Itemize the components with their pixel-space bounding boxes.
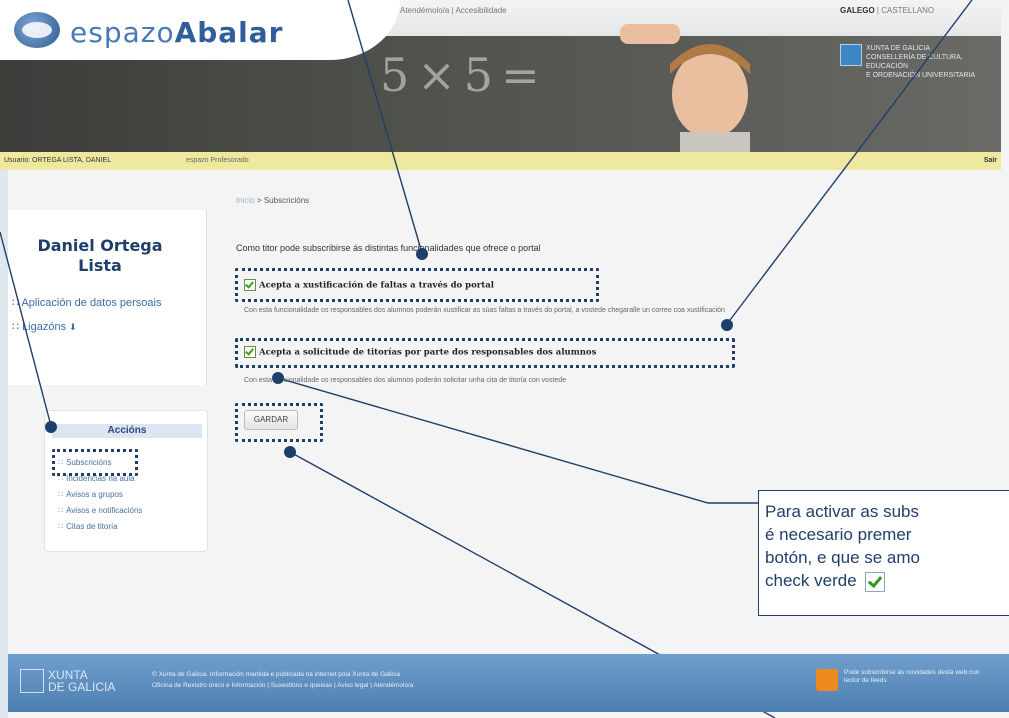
green-check-icon	[864, 571, 885, 592]
action-avisos-notificacions[interactable]: Avisos e notificacións	[58, 506, 142, 515]
boy-photo	[620, 24, 750, 170]
xunta-flag-icon	[840, 44, 862, 66]
highlight-option2	[235, 338, 735, 368]
chalkboard-text: 5×5=	[380, 48, 548, 102]
logo-area[interactable]: espazoAbalar	[0, 0, 400, 60]
lang-galego[interactable]: GALEGO	[840, 6, 875, 15]
breadcrumb-current: Subscricións	[263, 196, 310, 205]
callout-line4: check verde	[765, 569, 1009, 592]
instruction-callout: Para activar as subs é necesario premer …	[758, 490, 1009, 616]
xunta-sub1: CONSELLERÍA DE CULTURA, EDUCACIÓN	[866, 54, 963, 70]
action-avisos-grupos[interactable]: Avisos a grupos	[58, 490, 123, 499]
action-citas-titoria[interactable]: Citas de titoría	[58, 522, 118, 531]
logo-icon	[14, 12, 60, 48]
user-name: Daniel Ortega Lista	[37, 236, 163, 275]
actions-title: Accións	[52, 424, 202, 438]
callout-line2: é necesario premer	[765, 525, 912, 544]
user-label: Usuario: ORTEGA LISTA, DANIEL	[4, 157, 112, 164]
xunta-footer-icon	[20, 669, 44, 693]
rss-text[interactable]: Pode subscribirse ás novidades desta web…	[844, 669, 994, 685]
logout-link[interactable]: Saír	[984, 157, 997, 164]
footer: XUNTA DE GALICIA © Xunta de Galicia. Info…	[8, 654, 1009, 712]
rss-icon[interactable]	[816, 669, 838, 691]
callout-line1: Para activar as subs	[765, 502, 920, 521]
user-bar: Usuario: ORTEGA LISTA, DANIEL espazo Pro…	[0, 152, 1001, 170]
lang-castellano[interactable]: CASTELLANO	[881, 6, 934, 15]
intro-text: Como titor pode subscribirse ás distinta…	[236, 243, 541, 253]
option1-description: Con esta funcionalidade os responsables …	[244, 307, 725, 314]
xunta-title: XUNTA DE GALICIA	[866, 45, 931, 52]
space-label[interactable]: espazo Profesorado	[186, 157, 249, 164]
lang-separator: |	[876, 6, 879, 15]
highlight-option1	[235, 268, 599, 302]
sidebar-link-ligazons[interactable]: ∷ Ligazóns ⬇	[12, 320, 77, 333]
arrow-down-icon: ⬇	[69, 322, 77, 332]
option2-description: Con esta funcionalidade os responsables …	[244, 377, 567, 384]
xunta-logo: XUNTA DE GALICIA CONSELLERÍA DE CULTURA, …	[840, 40, 1000, 80]
callout-line3: botón, e que se amo	[765, 548, 921, 567]
footer-links[interactable]: Oficina de Rexistro único e Información …	[152, 682, 413, 689]
footer-xunta-line2: DE GALICIA	[48, 680, 116, 694]
highlight-save-button	[235, 403, 323, 442]
top-links[interactable]: Atendémolo/a | Accesibilidade	[400, 6, 507, 15]
header: 5×5= espazoAbalar Atendémolo/a | Accesib…	[0, 0, 1001, 170]
language-switcher[interactable]: GALEGO | CASTELLANO	[840, 6, 934, 15]
footer-copyright: © Xunta de Galicia. Información mantida …	[152, 671, 400, 678]
sidebar-link-personal-data[interactable]: ∷ Aplicación de datos persoais	[12, 296, 161, 309]
breadcrumb-separator: >	[256, 196, 262, 205]
highlight-subscriptions	[52, 449, 138, 476]
xunta-sub2: E ORDENACIÓN UNIVERSITARIA	[866, 72, 976, 79]
footer-xunta-logo[interactable]: XUNTA DE GALICIA	[20, 669, 115, 693]
breadcrumb-home[interactable]: Inicio	[236, 196, 255, 205]
breadcrumb: Inicio > Subscricións	[236, 196, 309, 205]
logo-text: espazoAbalar	[70, 16, 284, 49]
